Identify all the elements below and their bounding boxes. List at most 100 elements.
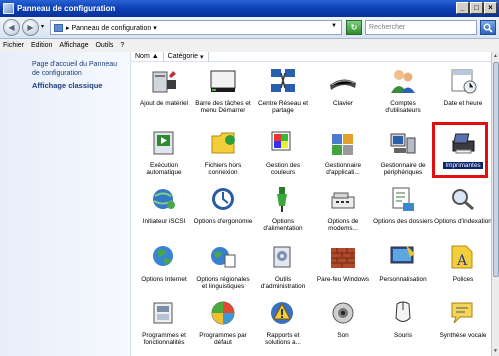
control-panel-item[interactable]: Date et heure xyxy=(433,64,493,124)
close-button[interactable]: × xyxy=(484,2,497,14)
back-button[interactable]: ◀ xyxy=(3,19,20,36)
column-category[interactable]: Catégorie ▾ xyxy=(164,51,209,62)
control-panel-item[interactable]: Options d'ergonomie xyxy=(193,182,253,242)
keyboard-icon xyxy=(328,66,358,96)
app-manager-icon xyxy=(328,128,358,158)
folder-options-icon xyxy=(388,184,418,214)
search-button[interactable] xyxy=(480,20,496,35)
control-panel-item[interactable]: Outils d'administration xyxy=(253,240,313,300)
control-panel-item[interactable]: Programmes et fonctionnalités xyxy=(134,296,194,356)
control-panel-icon xyxy=(3,3,14,14)
offline-files-icon xyxy=(208,128,238,158)
item-label: Comptes d'utilisateurs xyxy=(385,100,421,114)
folder-icon xyxy=(54,23,63,32)
menu-outils[interactable]: Outils xyxy=(95,42,113,49)
users-icon xyxy=(388,66,418,96)
item-label: Gestion des couleurs xyxy=(265,162,301,176)
search-icon xyxy=(483,23,493,33)
color-management-icon xyxy=(268,128,298,158)
control-panel-item[interactable]: Gestion des couleurs xyxy=(253,126,313,186)
item-label: Personnalisation xyxy=(379,276,427,283)
control-panel-item[interactable]: Rapports et solutions a... xyxy=(253,296,313,356)
column-name[interactable]: Nom ▲ xyxy=(131,51,164,62)
sound-icon xyxy=(328,298,358,328)
item-label: Outils d'administration xyxy=(260,276,306,290)
item-label: Rapports et solutions a... xyxy=(265,332,301,346)
item-label: Son xyxy=(337,332,349,339)
control-panel-item[interactable]: Ajout de matériel xyxy=(134,64,194,124)
maximize-button[interactable]: □ xyxy=(470,2,483,14)
menu-bar: Fichier Edition Affichage Outils ? xyxy=(0,39,499,52)
scroll-down-icon[interactable]: ▼ xyxy=(493,348,498,354)
item-label: Polices xyxy=(452,276,474,283)
control-panel-item[interactable]: Gestionnaire de périphériques xyxy=(373,126,433,186)
control-panel-item[interactable]: Gestionnaire d'applicati... xyxy=(313,126,373,186)
control-panel-item[interactable]: Options des dossiers xyxy=(373,182,433,242)
item-label: Options d'ergonomie xyxy=(193,218,253,225)
menu-help[interactable]: ? xyxy=(120,42,124,49)
control-panel-item[interactable]: Barre des tâches et menu Démarrer xyxy=(193,64,253,124)
item-label: Fichiers hors connexion xyxy=(204,162,242,176)
speech-icon xyxy=(448,298,478,328)
search-placeholder: Rechercher xyxy=(369,24,406,31)
regional-icon xyxy=(208,242,238,272)
control-panel-item[interactable]: Personnalisation xyxy=(373,240,433,300)
calendar-icon xyxy=(448,66,478,96)
network-icon xyxy=(268,66,298,96)
control-panel-item[interactable]: Clavier xyxy=(313,64,373,124)
left-pane: Page d'accueil du Panneau de configurati… xyxy=(0,52,130,356)
control-panel-item[interactable]: Initiateur iSCSI xyxy=(134,182,194,242)
content-pane: Nom ▲ Catégorie ▾ Ajout de matériel Barre… xyxy=(130,51,493,356)
control-panel-item[interactable]: A Polices xyxy=(433,240,493,300)
address-dropdown-icon[interactable]: ▼ xyxy=(331,23,337,29)
window-buttons: _ □ × xyxy=(456,2,497,14)
modem-icon xyxy=(328,184,358,214)
control-panel-item[interactable]: Synthèse vocale xyxy=(433,296,493,356)
control-panel-item[interactable]: Options Internet xyxy=(134,240,194,300)
classic-view-link[interactable]: Affichage classique xyxy=(32,81,102,90)
autoplay-icon xyxy=(149,128,179,158)
firewall-icon xyxy=(328,242,358,272)
item-label: Barre des tâches et menu Démarrer xyxy=(195,100,251,114)
vertical-scrollbar[interactable]: ▲ ▼ xyxy=(491,52,499,356)
control-panel-item[interactable]: Options régionales et linguistiques xyxy=(193,240,253,300)
scroll-up-icon[interactable]: ▲ xyxy=(493,53,498,59)
control-panel-item[interactable]: Programmes par défaut xyxy=(193,296,253,356)
chevron-down-icon: ▾ xyxy=(199,53,204,61)
control-panel-item[interactable]: Pare-feu Windows xyxy=(313,240,373,300)
selection-highlight xyxy=(432,122,488,178)
control-panel-item[interactable]: Centre Réseau et partage xyxy=(253,64,313,124)
control-panel-item[interactable]: Fichiers hors connexion xyxy=(193,126,253,186)
scroll-thumb[interactable] xyxy=(493,62,499,277)
control-panel-item[interactable]: Son xyxy=(313,296,373,356)
taskbar-icon xyxy=(208,66,238,96)
title-bar: Panneau de configuration _ □ × xyxy=(0,0,499,17)
indexing-icon xyxy=(448,184,478,214)
item-label: Gestionnaire d'applicati... xyxy=(324,162,362,176)
default-programs-icon xyxy=(208,298,238,328)
item-label: Centre Réseau et partage xyxy=(257,100,309,114)
control-panel-item[interactable]: Options d'indexation xyxy=(433,182,493,242)
search-input[interactable]: Rechercher xyxy=(365,20,477,35)
forward-button[interactable]: ▶ xyxy=(22,19,39,36)
hardware-icon xyxy=(149,66,179,96)
control-panel-item[interactable]: Exécution automatique xyxy=(134,126,194,186)
mouse-icon xyxy=(388,298,418,328)
control-panel-item[interactable]: Options de modems... xyxy=(313,182,373,242)
ease-of-access-icon xyxy=(208,184,238,214)
item-label: Options Internet xyxy=(141,276,187,283)
item-label: Options d'indexation xyxy=(434,218,492,225)
menu-affichage[interactable]: Affichage xyxy=(59,42,88,49)
control-panel-item[interactable]: Options d'alimentation xyxy=(253,182,313,242)
item-label: Options régionales et linguistiques xyxy=(196,276,250,290)
control-panel-item[interactable]: Comptes d'utilisateurs xyxy=(373,64,433,124)
item-label: Synthèse vocale xyxy=(439,332,487,339)
menu-edition[interactable]: Edition xyxy=(31,42,52,49)
control-panel-item[interactable]: Souris xyxy=(373,296,433,356)
refresh-button[interactable]: ↻ xyxy=(346,20,362,35)
minimize-button[interactable]: _ xyxy=(456,2,469,14)
address-field[interactable]: ▸ Panneau de configuration ▾ ▼ xyxy=(50,20,342,35)
history-dropdown-icon[interactable]: ▾ xyxy=(41,23,44,30)
control-panel-home-link[interactable]: Page d'accueil du Panneau de configurati… xyxy=(32,60,124,78)
menu-fichier[interactable]: Fichier xyxy=(3,42,24,49)
